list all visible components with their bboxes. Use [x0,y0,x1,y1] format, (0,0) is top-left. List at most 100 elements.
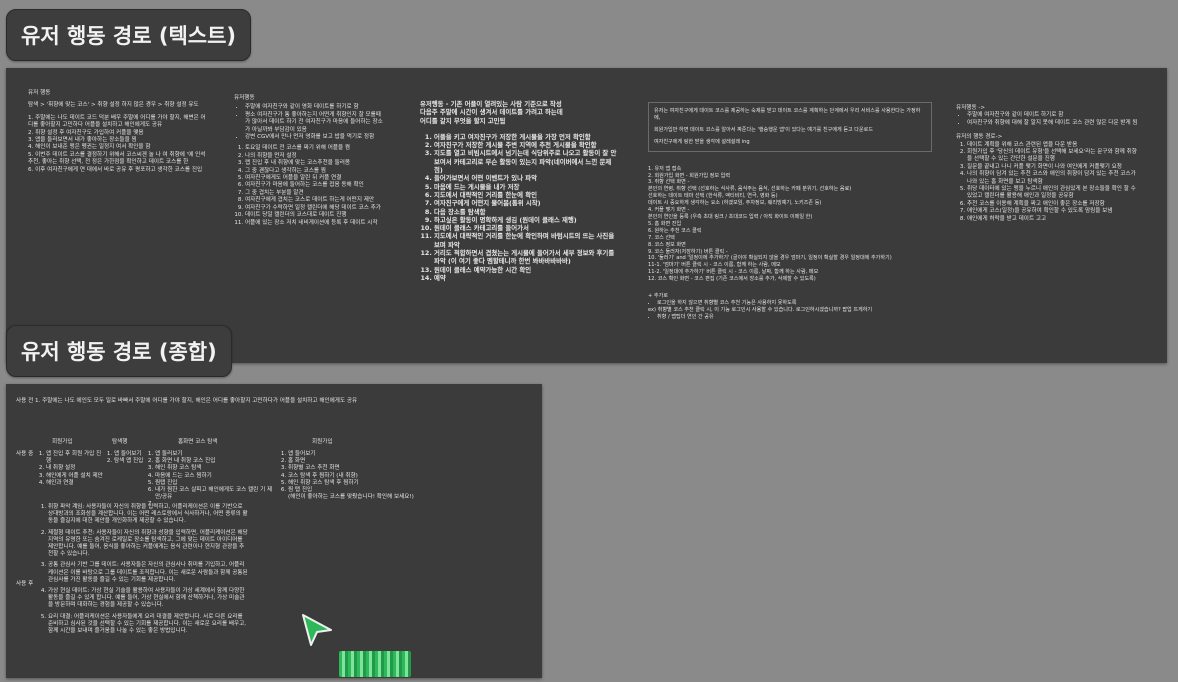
col1-item: 6. 이후 여자친구에게 연 대에서 바로 공유 후 평포하고 생각한 코스를 … [28,166,203,173]
explore-item: 탐색 맵 진입 [114,458,146,465]
col2-item: 여자친구가 마음에 들어하는 코스를 접음 동해 확인 [245,182,384,189]
col5-bullet: 주말에 여자친구와 같이 데이트 하기로 함 [967,112,1140,119]
col2: 유저행동 주말에 여자친구와 같이 영화 데이트를 하기로 함 평소 여자친구가… [234,95,384,231]
cursor-arrow-icon [302,614,332,646]
col4-item: 7. 코스 선택 [648,234,675,241]
col1-item: 2. 취향 설정 후 여자친구도 가입하여 커플을 맺음 [28,129,144,136]
after-item: 취향 파악 계임: 사용자들이 자신의 취향을 입력하고, 어플리케이션은 이를… [48,504,248,526]
col2-bullet: 주말에 여자친구와 같이 영화 데이트를 하기로 함 [245,104,384,111]
col2-title: 유저행동 [234,95,255,101]
signup2-item: 앱 들어보기 [288,451,418,458]
signup-item: 해인에게 어플 설치 제안 [46,473,104,480]
col4-item: 8. 코스 정보 화면 [648,241,686,248]
col2-item: 어플에 있는 장소 저치 네비게이션에 등록 후 데이트 시작 [245,220,384,227]
header-explore: 탐색행 [112,439,128,445]
signup2-item: 해인 취향 코스 탐색 후 찜하기 [288,480,418,487]
col3-item: 원데이 클래스 예약가능한 시간 확인 [434,266,620,274]
col5-item: 회원가입 후 '당신의 데이트 유형'을 선택해 보세요'라는 문구와 함께 취… [967,149,1140,164]
signup-item: 앱 진입 후 회원 가입 진행 [46,451,104,465]
col4-extra-item: 로그인을 하지 않으면 취향별 코스 추천 기능은 사용하지 못하도록 [657,300,932,307]
after-item: 요리 대결: 어플리케이션은 사용자들에게 요리 대결을 제안합니다. 서로 다… [48,614,248,636]
col2-item: 데이트 당일 캘린더의 코스대로 데이트 진행 [245,212,384,219]
after-item: 가상 현실 데이트: 가상 현실 기술을 활용하여 사용자들이 가상 세계에서 … [48,588,248,610]
combined-path-panel: 사용 전 1. 주말에는 나도 에인도 모두 일로 바빠서 주말에 어디를 가야… [6,384,542,678]
header-recommend: 홈화면 코스 탐색 [178,439,218,445]
signup-item: 해인과 연결 [46,480,104,487]
col1-item: 4. 해인이 보내준 맹은 펭귄는 일정지 여서 확인을 함 [28,144,151,151]
col4-box-line: 여자친구에게 링한 받을 생각에 설레설레 ing [654,138,750,145]
col5-item: 나의 취향이 담겨 있는 추천 코스와 애인의 취향이 담겨 있는 추천 코스가… [967,171,1140,186]
label-text-path: 유저 행동 경로 (텍스트) [6,9,252,61]
col4-box-line: 유저는 여자친구에게 데이트 코스를 제공하는 숙제를 받고 데이트 코스를 계… [654,108,921,121]
col4-extra-item: 취향 / 맵팁더 연인 간 공유 [657,314,932,321]
col2-item: 랩 진입 후 내 취향에 맞는 코스추천을 둘러봄 [245,160,384,167]
col3-item: 하고싶은 활동이 명확하게 생김 (원데이 클래스 재행) [434,216,620,224]
col3-item: 어플을 키고 여자친구가 저장한 게시물을 가장 먼저 확인함 [434,133,620,141]
signup-item: 내 취향 설정 [46,465,104,472]
col4-extra-title: + 추가로 [648,293,668,300]
col3-item: 여자친구에게 어떤지 물어봄(통위 시작) [434,199,620,207]
signup2-item: 취향별 코스 추천 화면 [288,465,418,472]
col5: 유저행동 -> 주말에 여자친구와 같이 데이트 하기로 함 여자친구와 취향에… [956,105,1140,227]
col5-bullet: 여자친구와 취향에 대해 잘 알지 못해 데이트 코스 관련 많은 다운 받게 … [967,120,1140,127]
col4-item: 1. 유저 앱 접속 [648,165,682,172]
col1-item: 1. 주말에는 나도 데이트 코드 덕분 배우 주말에 어디를 가야 할지, 해… [28,114,206,129]
after-list: 취향 파악 계임: 사용자들이 자신의 취향을 입력하고, 어플리케이션은 이를… [38,504,248,635]
explore-list: 앱 들어보기 탐색 맵 진입 [104,451,146,465]
col2-item: 여자친구가 수락하면 일정 캘린더에 해당 데이트 코스 추가 [245,205,384,212]
header-signup2: 회원가입 [312,439,333,445]
col3-title-line: 어디를 갈지 무엇을 할지 고민됨 [420,116,506,125]
row-label-after: 사용 후 [16,581,34,587]
label-combined-path: 유저 행동 경로 (종합) [6,325,232,377]
col4-item: 4. 커플 맺기 화면 - [648,207,690,214]
col4-box-line: 회원가입만 하면 데이트 코스를 알아서 짜준다는 '행승행운 앱'이 있다는 … [654,126,874,133]
header-signup: 회원가입 [52,439,73,445]
col3-item: 지도를 열고 비빔시트에서 넘기는데 식당위주로 나오고 활동이 잘 안보여서 … [434,149,620,174]
col5-subtitle: 유저의 행동 경로-> [956,134,1003,141]
col1-item: 5. 이번주 데이트 코스를 결정하기 위해서 코스씨겐 눌 나 여 취향에 '… [28,151,206,166]
col2-item: 그 중 괜찮다고 생각하는 코스를 찜 [245,168,384,175]
col4: 유저는 여자친구에게 데이트 코스를 제공하는 숙제를 받고 데이트 코스를 계… [648,102,932,325]
signup2-list: 앱 들어보기 홈 화면 취향별 코스 추천 화면 코스 탐색 후 찜하기 (내 … [278,451,418,501]
recommend-item: 해인 취향 코스 탐색 [155,465,279,472]
collaborator-name-badge [339,651,411,677]
col5-item: 애인에게 코스(일정)을 공유하여 확인할 수 있도록 맘림을 보냄 [967,208,1140,215]
recommend-list: 앱 둘러보기 홈 화면 내 취향 코스 진입 해인 취향 코스 탐색 마음에 드… [145,451,279,509]
row-label-use: 사용 중 [16,451,34,457]
after-item: 제절형 데이트 추천: 사용자들이 자신의 취향과 성향을 입력하면, 어플리케… [48,530,248,559]
col3-item: 지도에서 대략적인 거리를 한눈에 확인하며 바텀시트의 뜨는 사진을 보며 파… [434,232,620,249]
after-item: 공통 관심사 기반 그룹 데이트: 사용자들은 자신의 관심사나 취미를 기입하… [48,562,248,584]
recommend-item: 마음에 드는 코스 찜하기 [155,473,279,480]
col4-item: 데이트 시 중요하게 생각하는 요소 (하겠모임, 주차정보, 웨리빙예기, 노… [648,200,822,207]
col1: 유저 행동 탐색 > '휘향에 맞는 코스' > 취향 설정 하지 않은 경우 … [28,90,208,174]
col5-item: 애인에게 허락을 받고 데이트 고고 [967,216,1140,223]
col2-bullet: 강변 CGV에서 만나 먼저 영화를 보고 밥을 먹기로 정함 [245,134,384,141]
signup2-item: 코스 탐색 후 찜하기 (내 취향) [288,473,418,480]
col4-extra-item: ex) 취향별 코스 추천 클릭 시, 이 기능 로그인시 사용할 수 있습니다… [648,306,873,313]
col1-intro: 탐색 > '휘향에 맞는 코스' > 취향 설정 하지 않은 경우 > 취향 설… [28,102,199,109]
col4-item: 본인의 연인을 등록 (우측 초대 링크 / 초대코드 입력 / 아직 화이트 … [648,213,813,220]
col3-item: 들어가보면서 어떤 이벤트가 있나 파악 [434,174,620,182]
col4-item: 5. 홈 화면 진입 [648,220,682,227]
col3-item: 거리도 적합하면서 겹쳤는는 게시물에 들어가서 세부 정보와 후기를 파악 (… [434,249,620,266]
col2-bullet: 평소 여자친구가 통 좋아하는지 어떤게 취향인지 잘 모를때가 많아서 데이트… [245,112,384,134]
recommend-item: 내가 찜한 코스 살피고 해인에게도 코스 캘린 기 제안/공유 [155,487,279,501]
col1-title: 유저 행동 [28,90,51,96]
col4-item: 2. 회원가입 화면 - 회원가입 정보 입력 [648,172,731,179]
col4-item: 12. 코스 확인 화면 - 코스 편집 (기존 코스에서 장소를 추가, 삭제… [648,276,816,283]
col3-item: 마음에 드는 게시물을 내가 저장 [434,183,620,191]
col3-item: 다음 장소를 탐색함 [434,208,620,216]
recommend-item: 찜탭 진입 [155,480,279,487]
col5-item: 데이트 계획을 위해 코스 관련된 앱을 다운 받음 [967,142,1140,149]
signup2-item: (해인이 좋아하는 코스를 맞췄습니다! 확인해 보세요!) [288,494,414,501]
col4-context-box: 유저는 여자친구에게 데이트 코스를 제공하는 숙제를 받고 데이트 코스를 계… [648,102,932,152]
text-path-panel: 유저 행동 탐색 > '휘향에 맞는 코스' > 취향 설정 하지 않은 경우 … [6,68,1167,363]
col3: 유저행동 - 기존 어플이 열려있는 사람 기준으로 작성 다음주 주말에 시간… [420,100,620,286]
combined-top-line: 사용 전 1. 주말에는 나도 에인도 모두 일로 바빠서 주말에 어디를 가야… [16,398,358,404]
col5-item: 취당 데이터에 있는 맹을 누르니 애인의 관심있게 본 장소들을 확인 할 수… [967,186,1140,201]
col4-item: 6. 원하는 추천 코스 클릭 [648,227,702,234]
signup-list: 앱 진입 후 회원 가입 진행 내 취향 설정 해인에게 어플 설치 제안 해인… [36,451,104,487]
col3-title-line: 다음주 주말에 시간이 생겨서 데이트를 가려고 하는데 [420,108,563,117]
col3-item: 예약 [434,274,620,282]
col2-item: 토요일 데이트 전 코스를 짜기 위해 어플을 켬 [245,145,384,152]
